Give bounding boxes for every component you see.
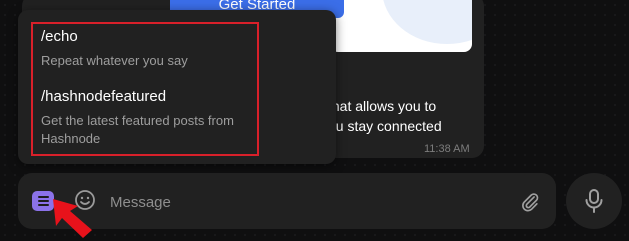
menu-icon-line — [37, 196, 49, 198]
message-text-line: that allows you to — [328, 98, 437, 114]
message-input[interactable] — [110, 190, 490, 214]
annotation-highlight-box — [31, 22, 259, 156]
message-text-line: ou stay connected — [328, 118, 442, 134]
annotation-arrow-icon — [53, 199, 92, 238]
menu-icon-line — [37, 204, 49, 206]
link-preview-image[interactable] — [330, 0, 472, 52]
menu-icon-line — [37, 200, 49, 202]
message-text: that allows you to ou stay connected — [328, 96, 468, 136]
microphone-icon — [585, 189, 603, 213]
voice-record-button[interactable] — [566, 173, 622, 229]
preview-decoration — [382, 0, 472, 44]
chat-window: Get Started that allows you to ou stay c… — [0, 0, 629, 241]
paperclip-icon[interactable] — [519, 190, 541, 214]
message-timestamp: 11:38 AM — [424, 143, 470, 155]
